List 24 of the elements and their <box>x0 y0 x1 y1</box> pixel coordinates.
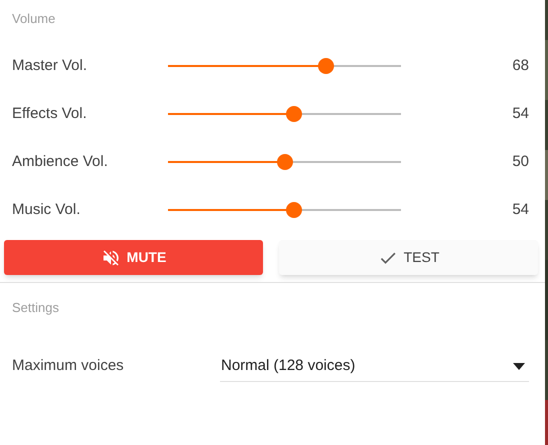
slider-label: Master Vol. <box>11 56 88 76</box>
slider-value: 54 <box>512 104 530 124</box>
mute-icon <box>100 248 121 268</box>
slider-value: 68 <box>512 56 530 76</box>
slider[interactable] <box>168 202 401 218</box>
caret-icon <box>513 362 525 370</box>
slider[interactable] <box>168 154 401 170</box>
slider-thumb[interactable] <box>286 106 302 122</box>
section-title: Volume <box>11 10 56 28</box>
slider-value: 50 <box>512 152 530 172</box>
slider[interactable] <box>168 106 401 122</box>
slider-label: Effects Vol. <box>11 104 88 124</box>
slider-thumb[interactable] <box>318 58 334 74</box>
slider-thumb[interactable] <box>286 202 302 218</box>
section-title: Settings <box>11 299 59 317</box>
mute-button[interactable]: MUTE <box>4 240 263 275</box>
dropdown[interactable]: Normal (128 voices) <box>220 352 529 382</box>
slider-thumb[interactable] <box>276 154 292 170</box>
slider-value: 54 <box>512 200 530 220</box>
slider-label: Music Vol. <box>11 200 82 220</box>
test-button[interactable]: TEST <box>279 240 538 275</box>
field-label: Maximum voices <box>11 356 125 376</box>
slider[interactable] <box>168 58 401 74</box>
slider-label: Ambience Vol. <box>11 152 109 172</box>
